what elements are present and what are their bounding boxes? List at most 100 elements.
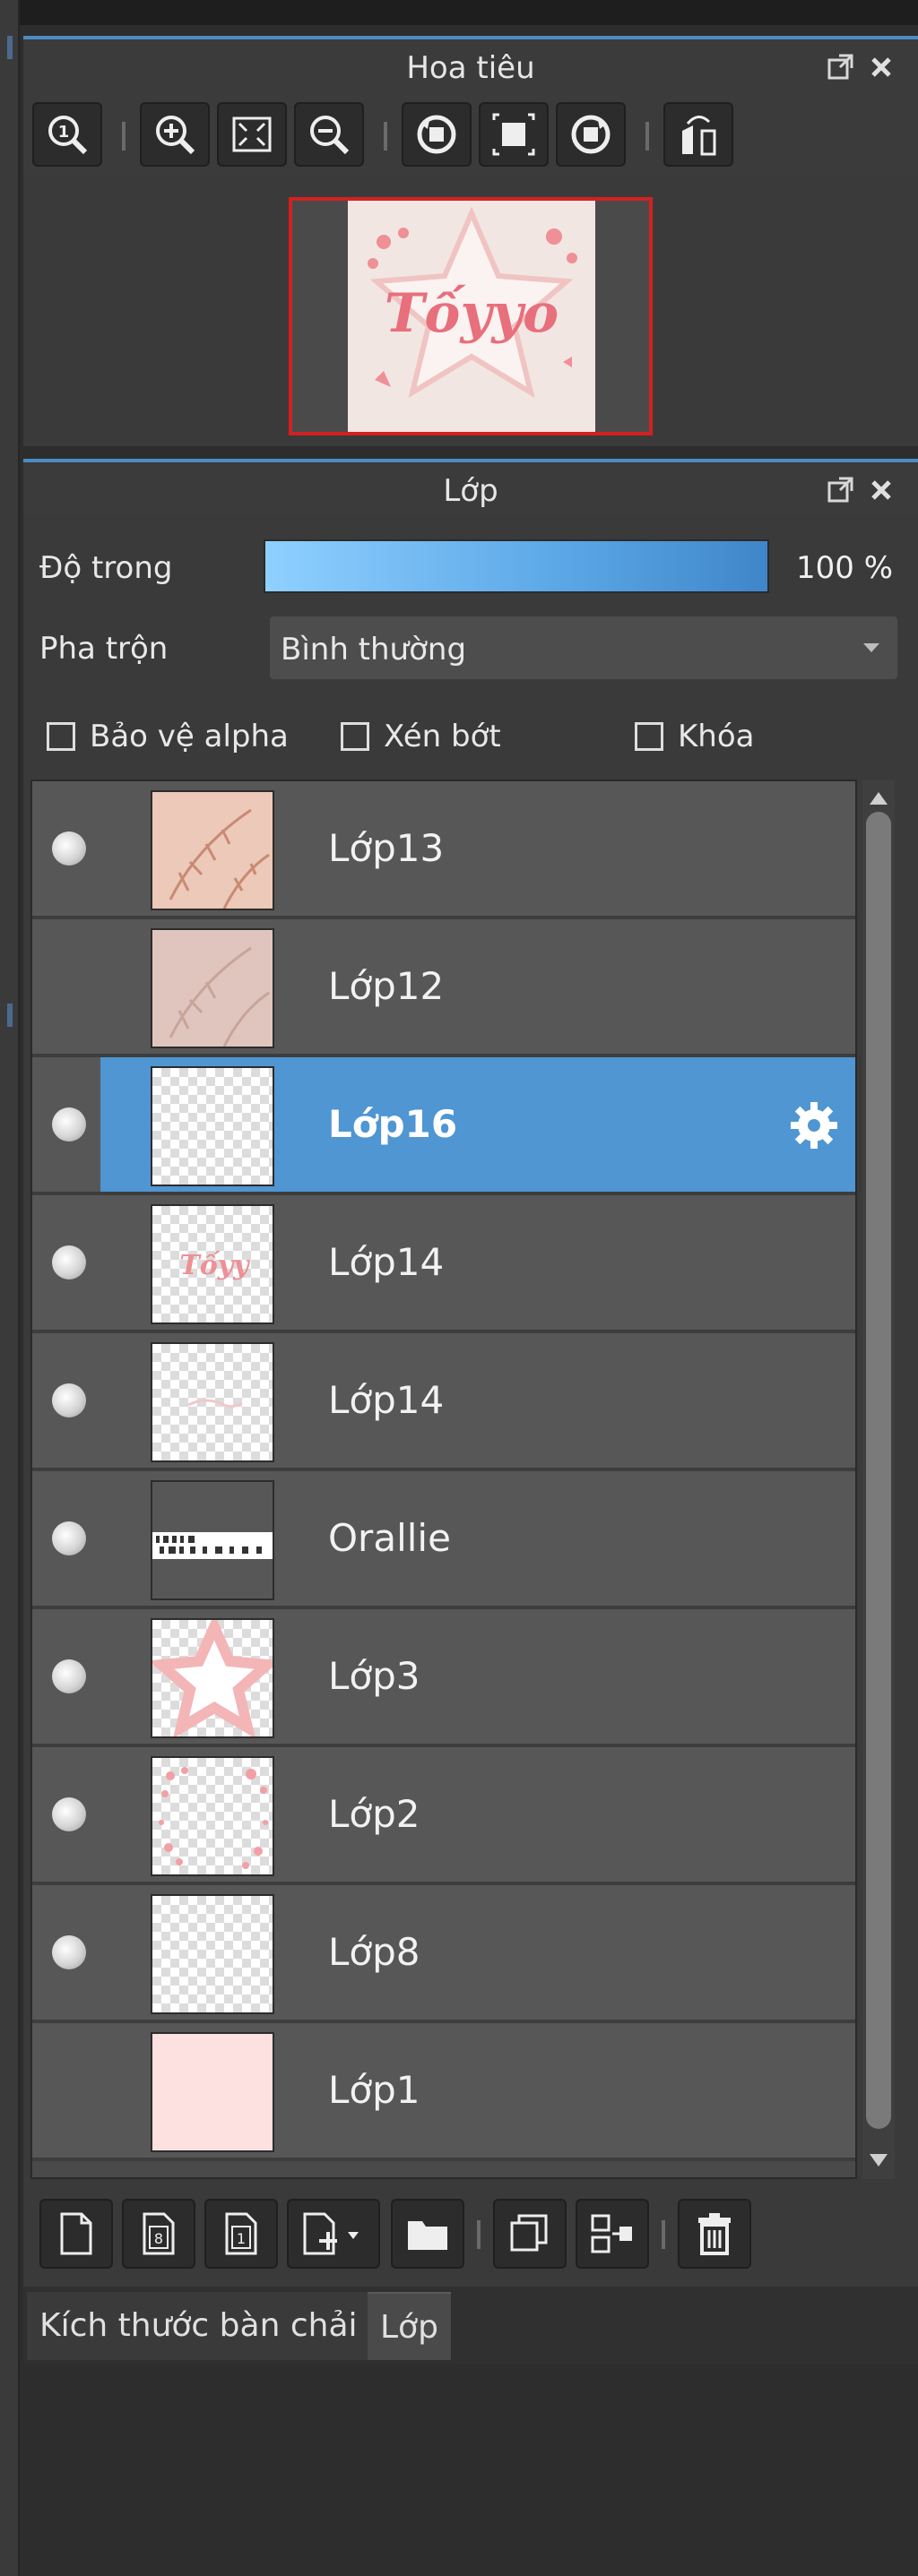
new-layer-icon[interactable] xyxy=(39,2199,113,2269)
layer-thumbnail xyxy=(151,1894,274,2014)
layer-row[interactable]: Lớp13 xyxy=(32,781,855,919)
layer-row[interactable]: Lớp3 xyxy=(32,1609,855,1747)
dock-marker xyxy=(7,36,13,59)
delete-layer-icon[interactable] xyxy=(678,2199,751,2269)
close-icon[interactable] xyxy=(866,52,896,82)
checkbox-box[interactable] xyxy=(635,722,663,751)
separator xyxy=(645,122,649,151)
zoom-out-icon[interactable] xyxy=(294,102,364,167)
svg-text:8: 8 xyxy=(154,2230,163,2247)
layer-row[interactable]: Lớp2 xyxy=(32,1747,855,1885)
gear-icon[interactable] xyxy=(787,1098,841,1152)
layer-name[interactable]: Lớp3 xyxy=(328,1654,420,1698)
visibility-eye-icon[interactable] xyxy=(52,831,86,866)
layer-name[interactable]: Lớp8 xyxy=(328,1930,420,1974)
lock-checkbox[interactable]: Khóa xyxy=(635,719,754,754)
blend-mode-select[interactable]: Bình thường xyxy=(270,616,897,679)
fit-screen-icon[interactable] xyxy=(217,102,287,167)
flip-horizontal-icon[interactable] xyxy=(663,102,733,167)
panel-bottom-area xyxy=(23,2364,918,2576)
zoom-in-icon[interactable] xyxy=(140,102,210,167)
layer-name[interactable]: Orallie xyxy=(328,1516,451,1560)
blend-label: Pha trộn xyxy=(39,631,169,667)
new-folder-icon[interactable] xyxy=(391,2199,464,2269)
preview-logo-text: Tốyyo xyxy=(385,282,559,345)
scroll-thumb[interactable] xyxy=(866,812,891,2129)
layer-row[interactable]: Lớp12 xyxy=(32,919,855,1057)
svg-text:1: 1 xyxy=(58,123,70,142)
clipping-label: Xén bớt xyxy=(384,719,501,754)
rotate-left-icon[interactable] xyxy=(402,102,472,167)
checkbox-box[interactable] xyxy=(47,722,75,751)
layer-thumbnail xyxy=(151,1066,274,1186)
fit-canvas-icon[interactable] xyxy=(479,102,549,167)
navigator-toolbar: 1 xyxy=(23,91,918,177)
navigator-preview[interactable]: Tốyyo xyxy=(23,177,918,446)
scroll-down-icon[interactable] xyxy=(870,2154,888,2167)
layer-thumbnail xyxy=(151,1756,274,1876)
visibility-eye-icon[interactable] xyxy=(52,1659,86,1693)
opacity-value: 100 % xyxy=(796,550,894,586)
layer-name[interactable]: Lớp2 xyxy=(328,1792,420,1836)
opacity-label: Độ trong xyxy=(39,550,173,586)
layer-name[interactable]: Lớp12 xyxy=(328,964,444,1008)
layer-thumbnail xyxy=(151,2032,274,2152)
popout-icon[interactable] xyxy=(825,52,855,82)
svg-text:1: 1 xyxy=(237,2230,246,2247)
layer-name[interactable]: Lớp13 xyxy=(328,826,444,870)
app-root: Hoa tiêu 1 Tốyyo Lớp Độ trong 100 % Pha … xyxy=(0,0,918,2576)
separator xyxy=(384,122,387,151)
canvas-preview-image: Tốyyo xyxy=(348,201,595,432)
add-special-layer-icon[interactable] xyxy=(287,2199,380,2269)
zoom-actual-icon[interactable]: 1 xyxy=(32,102,102,167)
rotate-right-icon[interactable] xyxy=(556,102,626,167)
bottom-tab-bar: Kích thước bàn chải Lớp xyxy=(23,2287,918,2364)
new-8bit-layer-icon[interactable]: 8 xyxy=(122,2199,195,2269)
duplicate-layer-icon[interactable] xyxy=(493,2199,567,2269)
clipping-checkbox[interactable]: Xén bớt xyxy=(341,719,501,754)
visibility-eye-icon[interactable] xyxy=(52,1383,86,1417)
layer-name[interactable]: Lớp1 xyxy=(328,2068,420,2112)
visibility-eye-icon[interactable] xyxy=(52,1107,86,1142)
protect-alpha-checkbox[interactable]: Bảo vệ alpha xyxy=(47,719,289,754)
visibility-eye-icon[interactable] xyxy=(52,1521,86,1555)
lock-label: Khóa xyxy=(678,719,755,754)
navigator-panel: Hoa tiêu 1 Tốyyo xyxy=(23,36,918,446)
separator xyxy=(122,122,126,151)
dock-marker xyxy=(7,1004,13,1027)
popout-icon[interactable] xyxy=(825,475,855,505)
layer-row[interactable]: Lớp1 xyxy=(32,2023,855,2161)
protect-alpha-label: Bảo vệ alpha xyxy=(90,719,289,754)
opacity-slider[interactable] xyxy=(264,539,769,593)
layer-list-scrollbar[interactable] xyxy=(862,780,895,2179)
layer-row-selected[interactable]: Lớp16 xyxy=(32,1057,855,1195)
tab-brush-size[interactable]: Kích thước bàn chải xyxy=(27,2292,370,2360)
tab-layers[interactable]: Lớp xyxy=(368,2292,451,2360)
layer-row[interactable]: Lớp14 xyxy=(32,1333,855,1471)
layer-name[interactable]: Lớp14 xyxy=(328,1378,444,1422)
separator xyxy=(662,2220,665,2249)
close-icon[interactable] xyxy=(866,475,896,505)
layer-name[interactable]: Lớp14 xyxy=(328,1240,444,1284)
layers-header: Lớp xyxy=(23,459,918,514)
visibility-eye-icon[interactable] xyxy=(52,1935,86,1969)
scroll-up-icon[interactable] xyxy=(870,792,888,805)
layers-title: Lớp xyxy=(443,473,498,509)
chevron-down-icon xyxy=(863,643,879,652)
top-bar xyxy=(20,0,918,25)
layer-list[interactable]: Lớp13 Lớp12 Lớp16 Tốyy Lớp14 Lớp14 Orall… xyxy=(30,780,857,2179)
svg-text:Tốyy: Tốyy xyxy=(179,1250,251,1281)
checkbox-box[interactable] xyxy=(341,722,369,751)
layer-row[interactable]: Tốyy Lớp14 xyxy=(32,1195,855,1333)
layer-actions-toolbar: 8 1 xyxy=(30,2188,895,2278)
new-1bit-layer-icon[interactable]: 1 xyxy=(204,2199,278,2269)
viewport-frame[interactable]: Tốyyo xyxy=(289,197,653,435)
merge-down-icon[interactable] xyxy=(576,2199,649,2269)
layer-row[interactable]: Orallie xyxy=(32,1471,855,1609)
layer-thumbnail xyxy=(151,928,274,1048)
layer-name[interactable]: Lớp16 xyxy=(328,1102,457,1146)
visibility-eye-icon[interactable] xyxy=(52,1245,86,1279)
layer-thumbnail: Tốyy xyxy=(151,1204,274,1324)
layer-row[interactable]: Lớp8 xyxy=(32,1885,855,2023)
visibility-eye-icon[interactable] xyxy=(52,1797,86,1831)
